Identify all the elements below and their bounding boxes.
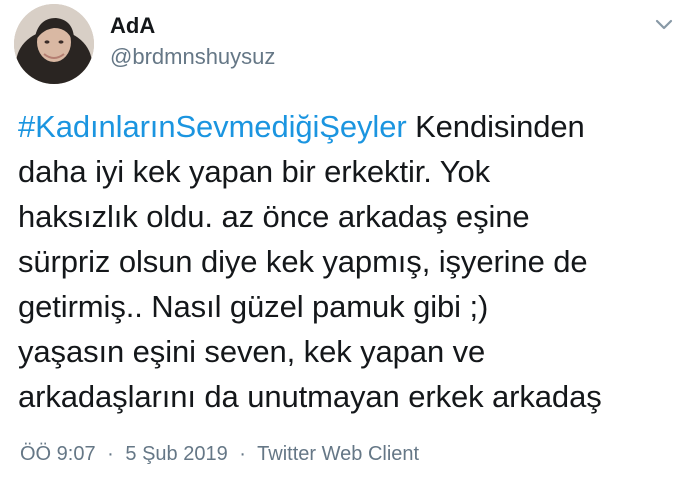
chevron-down-icon (655, 19, 673, 30)
avatar[interactable] (14, 4, 94, 84)
tweet: AdA @brdmnshuysuz #KadınlarınSevmediğiŞe… (0, 0, 690, 480)
tweet-client[interactable]: Twitter Web Client (257, 443, 419, 465)
tweet-body: Kendisinden daha iyi kek yapan bir erkek… (18, 109, 602, 414)
tweet-menu-button[interactable] (653, 14, 675, 36)
meta-separator: · (239, 443, 246, 465)
user-info: AdA @brdmnshuysuz (110, 12, 275, 72)
tweet-meta: ÖÖ 9:07 · 5 Şub 2019 · Twitter Web Clien… (20, 440, 419, 468)
avatar-photo (14, 4, 94, 84)
meta-separator: · (107, 443, 114, 465)
tweet-date[interactable]: 5 Şub 2019 (125, 443, 227, 465)
display-name[interactable]: AdA (110, 12, 275, 40)
hashtag-link[interactable]: #KadınlarınSevmediğiŞeyler (18, 109, 407, 144)
user-handle[interactable]: @brdmnshuysuz (110, 42, 275, 72)
tweet-timestamp[interactable]: ÖÖ 9:07 (20, 443, 96, 465)
tweet-text: #KadınlarınSevmediğiŞeyler Kendisinden d… (18, 104, 678, 419)
